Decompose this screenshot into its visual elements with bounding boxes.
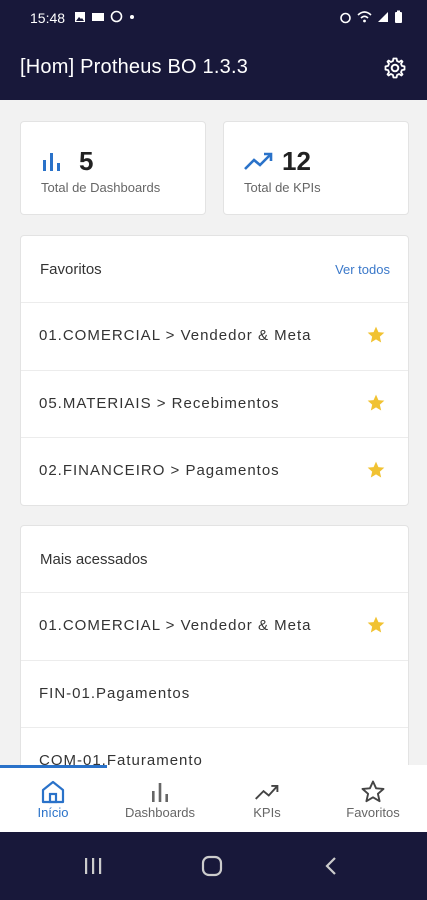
star-outline-icon xyxy=(361,780,385,803)
app-title: [Hom] Protheus BO 1.3.3 xyxy=(20,56,249,78)
nav-favorites-label: Favoritos xyxy=(346,805,400,820)
list-item[interactable]: 02.FINANCEIRO > Pagamentos xyxy=(21,437,408,505)
list-item[interactable]: 05.MATERIAIS > Recebimentos xyxy=(21,370,408,438)
bar-chart-icon xyxy=(43,153,60,171)
list-item[interactable]: 01.COMERCIAL > Vendedor & Meta xyxy=(21,302,408,370)
star-icon[interactable] xyxy=(366,325,386,345)
list-item[interactable]: 01.COMERCIAL > Vendedor & Meta xyxy=(21,592,408,660)
kpis-label: Total de KPIs xyxy=(244,180,321,195)
most-accessed-card: Mais acessados 01.COMERCIAL > Vendedor &… xyxy=(20,525,409,777)
back-icon[interactable] xyxy=(323,856,339,876)
nav-kpis-label: KPIs xyxy=(253,805,281,820)
nav-home-label: Início xyxy=(37,805,69,820)
nav-favorites[interactable]: Favoritos xyxy=(320,765,426,832)
trending-up-icon xyxy=(255,784,279,800)
status-notification-icons xyxy=(74,10,136,23)
home-button-icon[interactable] xyxy=(200,855,224,877)
kpis-stat-card[interactable]: 12 Total de KPIs xyxy=(223,121,409,215)
kpis-count: 12 xyxy=(282,146,311,176)
gallery-icon xyxy=(75,11,85,22)
favorites-title: Favoritos xyxy=(40,261,102,278)
star-icon[interactable] xyxy=(366,615,386,635)
nav-dashboards-label: Dashboards xyxy=(124,805,196,820)
alarm-icon xyxy=(340,12,351,23)
star-icon[interactable] xyxy=(366,460,386,480)
dashboards-label: Total de Dashboards xyxy=(41,180,161,195)
dot-icon xyxy=(130,14,134,19)
status-system-icons xyxy=(339,10,403,24)
gear-icon[interactable] xyxy=(383,56,407,80)
dashboards-count: 5 xyxy=(79,146,94,176)
whatsapp-icon xyxy=(110,10,123,23)
list-item-label: 05.MATERIAIS > Recebimentos xyxy=(39,395,280,412)
system-navigation-bar xyxy=(0,832,427,900)
status-bar: 15:48 xyxy=(0,0,427,36)
signal-icon xyxy=(378,12,388,22)
list-item-label: 01.COMERCIAL > Vendedor & Meta xyxy=(39,327,312,344)
recent-apps-icon[interactable] xyxy=(82,856,104,876)
bottom-navigation: Início Dashboards KPIs Favoritos xyxy=(0,765,427,832)
star-icon[interactable] xyxy=(366,393,386,413)
list-item-label: 01.COMERCIAL > Vendedor & Meta xyxy=(39,617,312,634)
message-icon xyxy=(92,12,104,21)
nav-home[interactable]: Início xyxy=(0,765,106,832)
trending-up-icon xyxy=(244,152,273,170)
see-all-link[interactable]: Ver todos xyxy=(335,262,390,277)
battery-icon xyxy=(395,10,402,23)
status-time: 15:48 xyxy=(30,10,66,26)
home-icon xyxy=(41,780,65,804)
favorites-card: Favoritos Ver todos 01.COMERCIAL > Vende… xyxy=(20,235,409,506)
list-item-label: 02.FINANCEIRO > Pagamentos xyxy=(39,462,280,479)
list-item-label: FIN-01.Pagamentos xyxy=(39,685,191,702)
bar-chart-icon xyxy=(152,783,168,802)
wifi-icon xyxy=(357,11,372,23)
list-item[interactable]: FIN-01.Pagamentos xyxy=(21,660,408,728)
most-accessed-title: Mais acessados xyxy=(40,551,148,568)
dashboards-stat-card[interactable]: 5 Total de Dashboards xyxy=(20,121,206,215)
nav-kpis[interactable]: KPIs xyxy=(214,765,320,832)
nav-dashboards[interactable]: Dashboards xyxy=(107,765,213,832)
app-bar: [Hom] Protheus BO 1.3.3 xyxy=(0,36,427,100)
